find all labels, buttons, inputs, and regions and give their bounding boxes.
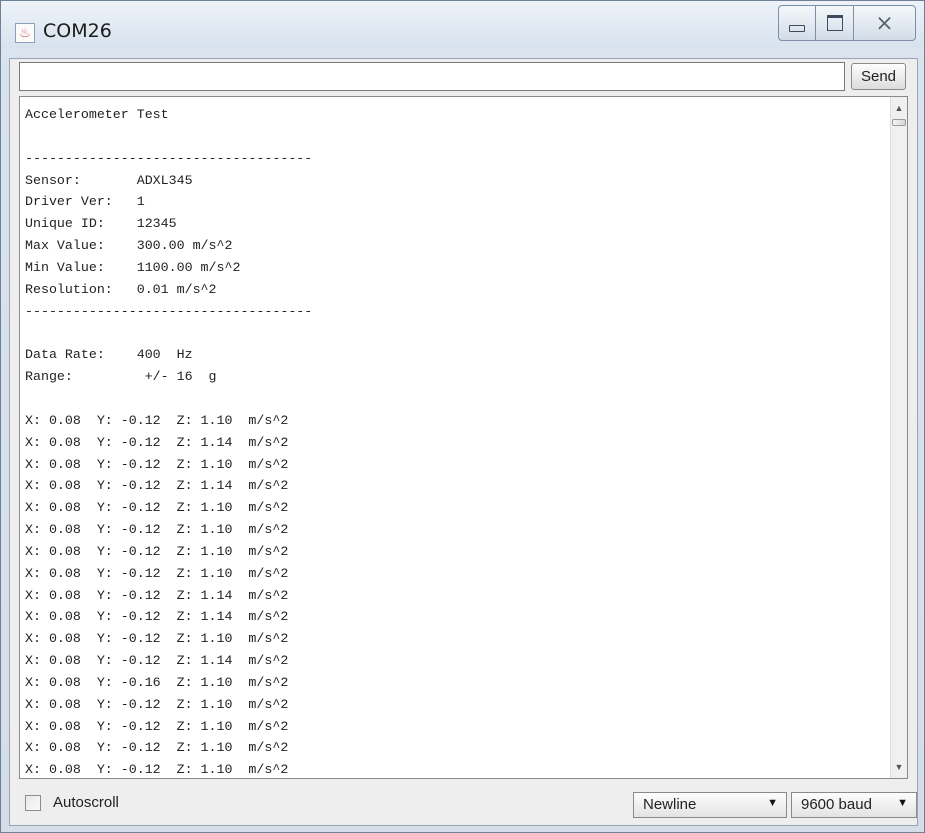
scroll-down-arrow-icon[interactable]: ▼ xyxy=(891,758,907,776)
caption-buttons: ⨯ xyxy=(778,5,916,41)
title-bar[interactable]: ♨ COM26 ⨯ xyxy=(1,1,924,49)
chevron-down-icon: ▼ xyxy=(897,797,908,809)
send-button[interactable]: Send xyxy=(851,63,906,90)
autoscroll-checkbox[interactable] xyxy=(25,795,41,811)
serial-output-area[interactable]: Accelerometer Test ---------------------… xyxy=(19,96,908,779)
serial-monitor-window: ♨ COM26 ⨯ Send Accelerometer Test ------… xyxy=(0,0,925,833)
line-ending-select[interactable]: Newline ▼ xyxy=(633,792,787,818)
close-button[interactable]: ⨯ xyxy=(854,5,916,41)
minimize-button[interactable] xyxy=(778,5,816,41)
maximize-button[interactable] xyxy=(816,5,854,41)
bottom-bar: Autoscroll Newline ▼ 9600 baud ▼ xyxy=(10,785,917,825)
java-cup-icon: ♨ xyxy=(15,23,35,43)
line-ending-value: Newline xyxy=(643,796,697,813)
baud-rate-select[interactable]: 9600 baud ▼ xyxy=(791,792,917,818)
autoscroll-label: Autoscroll xyxy=(53,794,119,811)
window-title: COM26 xyxy=(43,20,112,42)
vertical-scrollbar[interactable]: ▲ ▼ xyxy=(890,97,907,778)
scroll-up-arrow-icon[interactable]: ▲ xyxy=(891,99,907,117)
serial-monitor-client: Send Accelerometer Test ----------------… xyxy=(9,58,918,826)
serial-output-text: Accelerometer Test ---------------------… xyxy=(25,107,313,778)
scroll-thumb[interactable] xyxy=(892,119,906,126)
send-input[interactable] xyxy=(19,62,845,91)
chevron-down-icon: ▼ xyxy=(767,797,778,809)
minimize-icon xyxy=(789,24,805,32)
close-icon: ⨯ xyxy=(875,10,894,35)
baud-rate-value: 9600 baud xyxy=(801,796,872,813)
maximize-icon xyxy=(826,15,843,31)
